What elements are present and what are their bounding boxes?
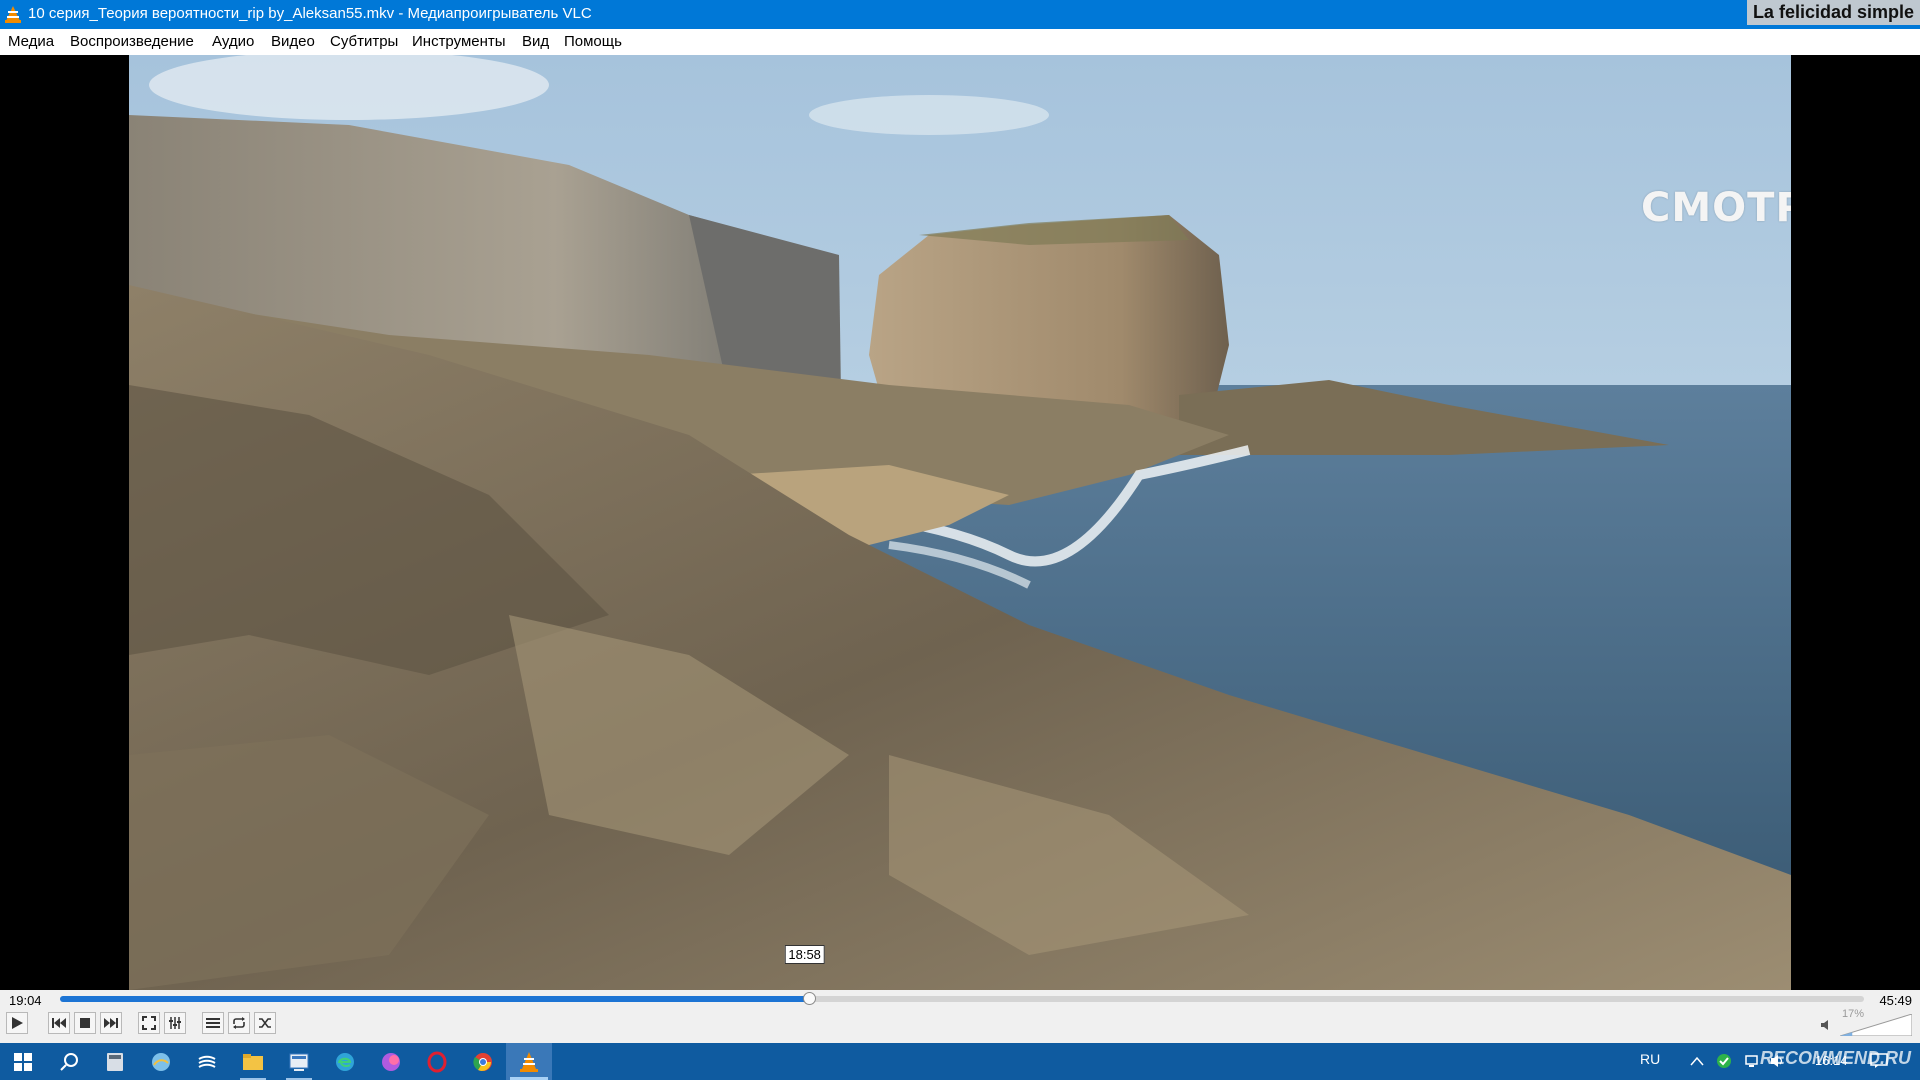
window-title: 10 серия_Теория вероятности_rip by_Aleks… (28, 5, 592, 22)
stop-button[interactable] (74, 1012, 96, 1034)
control-panel: 19:04 18:58 45:49 17% (0, 945, 1920, 1043)
opera-icon (427, 1051, 447, 1072)
menu-audio[interactable]: Аудио (212, 33, 254, 51)
vlc-icon (520, 1051, 538, 1072)
menu-subtitles[interactable]: Субтитры (330, 33, 398, 51)
playlist-icon (206, 1018, 220, 1028)
taskbar-file-explorer[interactable] (230, 1043, 276, 1080)
volume-control[interactable]: 17% (1820, 1008, 1914, 1036)
fullscreen-button[interactable] (138, 1012, 160, 1034)
clock[interactable]: 16:14 (1815, 1053, 1848, 1068)
antivirus-icon[interactable] (1716, 1053, 1732, 1069)
speaker-icon[interactable] (1820, 1018, 1834, 1032)
song-title-overlay: La felicidad simple (1746, 0, 1920, 25)
taskbar-app-3[interactable] (276, 1043, 322, 1080)
previous-icon (52, 1018, 66, 1028)
search-icon (60, 1052, 78, 1071)
taskbar-app-2[interactable] (184, 1043, 230, 1080)
menu-video[interactable]: Видео (271, 33, 315, 51)
seek-progress (60, 996, 809, 1002)
fullscreen-icon (142, 1016, 156, 1030)
total-time: 45:49 (1879, 993, 1912, 1008)
taskbar-chrome[interactable] (460, 1043, 506, 1080)
previous-button[interactable] (48, 1012, 70, 1034)
loop-button[interactable] (228, 1012, 250, 1034)
shuffle-icon (259, 1018, 271, 1028)
video-frame[interactable]: СМОТРИМ (129, 55, 1791, 990)
playlist-button[interactable] (202, 1012, 224, 1034)
vlc-icon (5, 6, 21, 23)
network-icon[interactable] (1745, 1053, 1761, 1069)
extended-settings-button[interactable] (164, 1012, 186, 1034)
notifications-icon[interactable] (1870, 1053, 1888, 1069)
app-icon (152, 1052, 170, 1071)
video-scene-image (129, 55, 1791, 990)
taskbar-app-1[interactable] (138, 1043, 184, 1080)
channel-logo: СМОТРИМ (1641, 185, 1791, 231)
stop-icon (80, 1018, 90, 1028)
taskbar-vlc[interactable] (506, 1043, 552, 1080)
edge-icon (336, 1052, 354, 1071)
menu-view[interactable]: Вид (522, 33, 549, 51)
play-button[interactable] (6, 1012, 28, 1034)
volume-slider[interactable] (1840, 1014, 1912, 1036)
file-explorer-icon (243, 1053, 263, 1070)
menu-playback[interactable]: Воспроизведение (70, 33, 194, 51)
menu-tools[interactable]: Инструменты (412, 33, 506, 51)
menu-bar: Медиа Воспроизведение Аудио Видео Субтит… (0, 29, 1920, 55)
taskbar-opera[interactable] (414, 1043, 460, 1080)
calculator-icon (107, 1052, 123, 1071)
language-indicator[interactable]: RU (1640, 1051, 1660, 1067)
taskbar-app-4[interactable] (368, 1043, 414, 1080)
title-bar: 10 серия_Теория вероятности_rip by_Aleks… (0, 0, 1920, 29)
seek-bar[interactable]: 18:58 (60, 945, 1864, 1005)
seek-handle[interactable] (802, 992, 816, 1005)
app-icon (198, 1055, 216, 1068)
start-icon (14, 1052, 32, 1071)
chrome-icon (473, 1052, 492, 1071)
play-icon (12, 1017, 23, 1029)
app-icon (289, 1053, 309, 1071)
taskbar-calculator[interactable] (92, 1043, 138, 1080)
seek-hover-time: 18:58 (784, 945, 825, 964)
start-button[interactable] (0, 1043, 46, 1080)
taskbar-edge[interactable] (322, 1043, 368, 1080)
next-icon (104, 1018, 118, 1028)
loop-icon (233, 1017, 245, 1029)
search-button[interactable] (46, 1043, 92, 1080)
extended-settings-icon (169, 1017, 181, 1029)
shuffle-button[interactable] (254, 1012, 276, 1034)
elapsed-time: 19:04 (9, 993, 42, 1008)
next-button[interactable] (100, 1012, 122, 1034)
menu-media[interactable]: Медиа (8, 33, 54, 51)
taskbar: RU RECOMMEND.RU 16:14 (0, 1043, 1920, 1080)
menu-help[interactable]: Помощь (564, 33, 622, 51)
chevron-up-icon[interactable] (1690, 1055, 1704, 1067)
app-icon (382, 1052, 400, 1071)
video-area[interactable]: СМОТРИМ (0, 55, 1920, 990)
